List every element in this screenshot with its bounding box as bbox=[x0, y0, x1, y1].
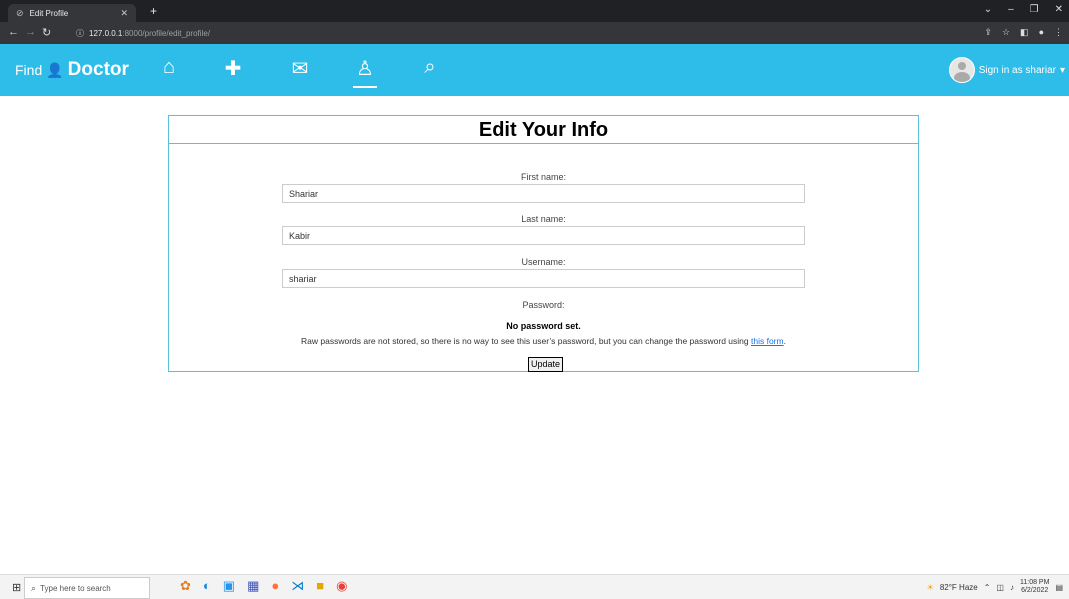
envelope-icon[interactable]: ✉ bbox=[286, 56, 314, 81]
clock[interactable]: 11:08 PM 6/2/2022 bbox=[1020, 579, 1049, 595]
last-name-input[interactable]: Kabir bbox=[282, 226, 805, 245]
avatar bbox=[948, 57, 975, 83]
tab-title: Edit Profile bbox=[29, 8, 69, 18]
update-button[interactable]: Update bbox=[528, 357, 564, 372]
password-label: Password: bbox=[522, 300, 565, 310]
change-password-link[interactable]: this form bbox=[751, 336, 784, 346]
url-host: 127.0.0.1 bbox=[89, 28, 123, 38]
last-name-label: Last name: bbox=[521, 214, 566, 224]
store-icon[interactable]: ▣ bbox=[223, 578, 235, 594]
weather-text[interactable]: 82°F Haze bbox=[940, 583, 978, 592]
password-help-end: . bbox=[783, 336, 786, 346]
medkit-icon[interactable]: ✚ bbox=[219, 56, 247, 81]
taskbar-search-placeholder: Type here to search bbox=[40, 583, 111, 593]
new-tab-button[interactable]: + bbox=[150, 4, 157, 18]
taskbar: ⊞ ⌕ Type here to search ✿ ◐ ▣ ▦ ● ⋊ ■ ◉ … bbox=[0, 574, 1069, 599]
search-icon[interactable]: ⌕ bbox=[416, 56, 444, 79]
first-name-label: First name: bbox=[520, 172, 566, 182]
notifications-icon[interactable]: ▤ bbox=[1055, 583, 1063, 592]
chrome-icon[interactable]: ◉ bbox=[336, 578, 347, 594]
tab-search-icon[interactable]: ⌄ bbox=[984, 4, 992, 15]
firefox-icon[interactable]: ● bbox=[271, 578, 279, 594]
close-tab-icon[interactable]: ✕ bbox=[120, 8, 128, 19]
user-doctor-nav-icon[interactable]: ♙ bbox=[351, 56, 379, 88]
tab-edit-profile[interactable]: ⊘ Edit Profile ✕ bbox=[8, 4, 136, 22]
taskbar-search[interactable]: ⌕ Type here to search bbox=[24, 577, 150, 599]
back-icon[interactable]: ← bbox=[8, 26, 19, 38]
caret-down-icon: ▾ bbox=[1059, 64, 1065, 76]
site-navbar: Find 👤 Doctor ⌂ ✚ ✉ ♙ ⌕ Sign in as shari… bbox=[0, 44, 1069, 96]
brand-find: Find bbox=[15, 62, 43, 78]
edge-icon[interactable]: ◐ bbox=[203, 578, 211, 594]
page-title: Edit Your Info bbox=[169, 116, 918, 144]
clock-time: 11:08 PM bbox=[1019, 579, 1050, 586]
restore-icon[interactable]: ❐ bbox=[1030, 4, 1039, 15]
globe-icon: ⊘ bbox=[16, 7, 24, 18]
sidepanel-icon[interactable]: ◧ bbox=[1020, 27, 1029, 38]
widgets-icon[interactable]: ✿ bbox=[180, 578, 191, 594]
password-help-body: Raw passwords are not stored, so there i… bbox=[301, 336, 749, 346]
app-icon[interactable]: ▦ bbox=[247, 578, 259, 594]
password-help-text: Raw passwords are not stored, so there i… bbox=[169, 336, 918, 346]
network-icon[interactable]: ◫ bbox=[996, 583, 1004, 592]
browser-tab-bar: ⊘ Edit Profile ✕ + ⌄ – ❐ ✕ bbox=[0, 0, 1069, 22]
home-icon[interactable]: ⌂ bbox=[155, 56, 183, 79]
no-password-text: No password set. bbox=[506, 321, 581, 331]
share-icon[interactable]: ⇪ bbox=[984, 27, 992, 38]
signin-menu[interactable]: Sign in as shariar ▾ bbox=[948, 57, 1065, 83]
reload-icon[interactable]: ↻ bbox=[42, 26, 51, 39]
username-input[interactable]: shariar bbox=[282, 269, 805, 288]
address-bar-row: ← → ↻ ⓘ 127.0.0.1:8000/profile/edit_prof… bbox=[0, 22, 1069, 44]
username-label: Username: bbox=[521, 257, 566, 267]
signin-text: Sign in as shariar bbox=[978, 64, 1056, 76]
search-icon: ⌕ bbox=[31, 582, 37, 593]
brand-logo[interactable]: Find 👤 Doctor bbox=[15, 59, 129, 81]
weather-icon[interactable]: ☀ bbox=[927, 583, 934, 592]
tray-chevron-icon[interactable]: ⌃ bbox=[984, 583, 991, 592]
close-window-icon[interactable]: ✕ bbox=[1055, 4, 1063, 15]
profile-icon[interactable]: ● bbox=[1039, 27, 1044, 38]
url-path: :8000/profile/edit_profile/ bbox=[122, 28, 210, 38]
forward-icon[interactable]: → bbox=[25, 26, 36, 38]
first-name-input[interactable]: Shariar bbox=[282, 184, 805, 203]
user-doctor-icon: 👤 bbox=[46, 62, 64, 78]
files-icon[interactable]: ■ bbox=[316, 578, 324, 594]
clock-date: 6/2/2022 bbox=[1021, 587, 1049, 594]
url-field[interactable]: ⓘ 127.0.0.1:8000/profile/edit_profile/ bbox=[76, 25, 916, 41]
windows-start-icon[interactable]: ⊞ bbox=[12, 581, 21, 594]
minimize-icon[interactable]: – bbox=[1008, 4, 1014, 15]
vscode-icon[interactable]: ⋊ bbox=[291, 578, 304, 594]
menu-icon[interactable]: ⋮ bbox=[1054, 27, 1063, 38]
edit-profile-card: Edit Your Info First name: Shariar Last … bbox=[168, 115, 919, 372]
volume-icon[interactable]: ♪ bbox=[1010, 583, 1014, 592]
brand-doctor: Doctor bbox=[67, 59, 129, 80]
bookmark-star-icon[interactable]: ☆ bbox=[1002, 27, 1010, 38]
info-icon: ⓘ bbox=[76, 28, 84, 38]
